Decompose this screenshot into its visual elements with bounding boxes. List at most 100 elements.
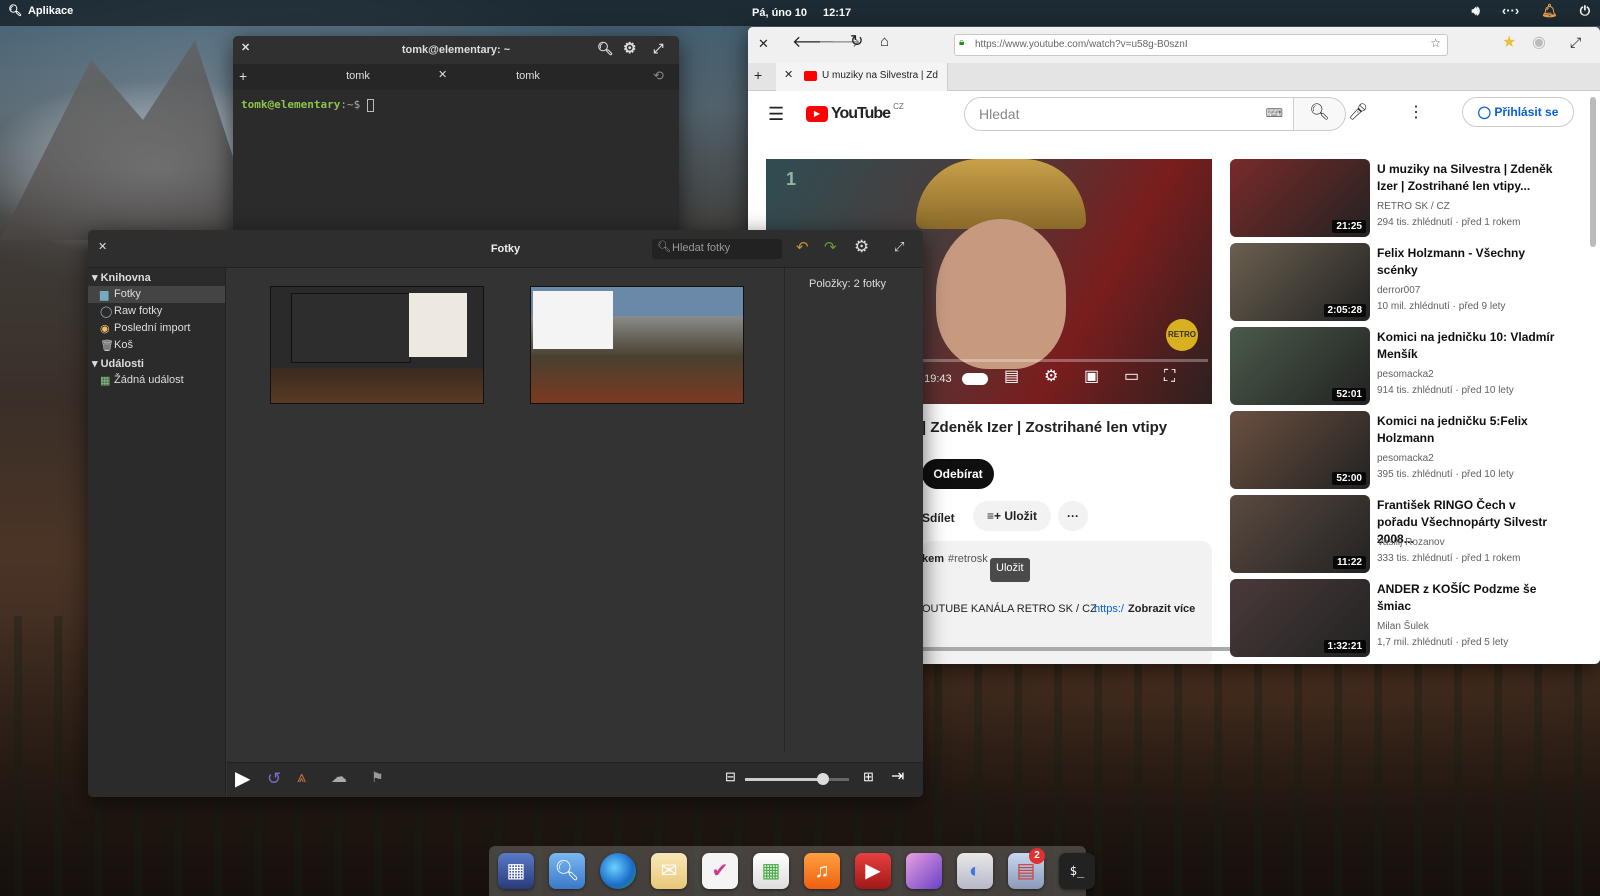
new-tab-icon[interactable]: + bbox=[239, 69, 247, 83]
fullscreen-icon[interactable]: ⛶ bbox=[1164, 369, 1175, 385]
theater-mode-icon[interactable]: ▭ bbox=[1124, 369, 1139, 385]
maximize-icon[interactable]: ⤢ bbox=[653, 42, 663, 55]
sidebar-toggle-icon[interactable]: ⇥ bbox=[891, 769, 904, 785]
share-button[interactable]: Sdílet bbox=[922, 511, 955, 525]
network-icon[interactable]: ‹··› bbox=[1502, 4, 1519, 17]
tab-tomk-2[interactable]: tomk bbox=[473, 70, 583, 82]
terminal-body[interactable]: tomk@elementary:~$ bbox=[233, 90, 679, 120]
gear-icon[interactable]: ⚙ bbox=[623, 41, 636, 56]
recommendation-item[interactable]: 11:22 František RINGO Čech v pořadu Všech… bbox=[1230, 495, 1590, 573]
tab-youtube[interactable]: ✕ U muziky na Silvestra | Zd bbox=[776, 63, 948, 91]
home-icon[interactable]: ⌂ bbox=[880, 34, 889, 49]
sidebar-item-photos[interactable]: ▆ Fotky bbox=[88, 286, 225, 303]
recommendation-channel[interactable]: Vasilij Rozanov bbox=[1377, 537, 1445, 548]
recommendation-title[interactable]: ANDER z KOŠÍC Podzme še šmiac bbox=[1377, 581, 1557, 615]
new-tab-icon[interactable]: + bbox=[754, 68, 762, 82]
extension-icon[interactable]: ◉ bbox=[1532, 35, 1546, 51]
history-icon[interactable]: ⟲ bbox=[653, 69, 664, 82]
files-icon[interactable]: 🔍︎ bbox=[549, 853, 585, 889]
rotate-icon[interactable]: ↺ bbox=[267, 770, 281, 787]
photos-icon[interactable] bbox=[906, 853, 942, 889]
recommendation-item[interactable]: 52:00 Komici na jedničku 5:Felix Holzmann… bbox=[1230, 411, 1590, 489]
signin-button[interactable]: ◯ Přihlásit se bbox=[1462, 97, 1574, 127]
notifications-icon[interactable]: 🔔︎ bbox=[1541, 4, 1558, 17]
settings-icon[interactable]: ◐ bbox=[957, 853, 993, 889]
recommendation-thumbnail[interactable]: 52:00 bbox=[1230, 411, 1370, 489]
recommendation-thumbnail[interactable]: 52:01 bbox=[1230, 327, 1370, 405]
volume-icon[interactable]: 🔊︎ bbox=[1472, 4, 1480, 17]
close-tab-icon[interactable]: ✕ bbox=[784, 70, 793, 81]
address-bar[interactable]: 🔒︎ https://www.youtube.com/watch?v=u58g-… bbox=[954, 34, 1448, 56]
search-button[interactable]: 🔍︎ bbox=[1294, 97, 1346, 131]
recommendation-thumbnail[interactable]: 21:25 bbox=[1230, 159, 1370, 237]
description-box[interactable]: kem #retrosk OUTUBE KANÁLA RETRO SK / CZ… bbox=[922, 541, 1212, 664]
close-tab-icon[interactable]: ✕ bbox=[438, 70, 447, 81]
tab-tomk-1[interactable]: tomk bbox=[303, 70, 413, 82]
recommendation-channel[interactable]: pesomacka2 bbox=[1377, 369, 1434, 380]
recommendation-title[interactable]: U muziky na Silvestra | Zdeněk Izer | Zo… bbox=[1377, 161, 1557, 195]
maximize-icon[interactable]: ⤢ bbox=[894, 240, 904, 253]
gear-icon[interactable]: ⚙ bbox=[854, 238, 869, 255]
recommendation-channel[interactable]: pesomacka2 bbox=[1377, 453, 1434, 464]
library-section[interactable]: ▾ Knihovna bbox=[88, 268, 225, 286]
close-icon[interactable]: ✕ bbox=[241, 43, 250, 54]
description-link[interactable]: https:/ bbox=[1094, 603, 1124, 615]
publish-icon[interactable]: ☁ bbox=[331, 770, 347, 786]
sidebar-item-no-event[interactable]: ▦ Žádná událost bbox=[88, 372, 225, 389]
subtitles-icon[interactable]: ▤ bbox=[1004, 369, 1019, 385]
more-vert-icon[interactable]: ⋮ bbox=[1408, 105, 1424, 121]
sidebar-item-trash[interactable]: 🗑︎ Koš bbox=[88, 337, 225, 354]
settings-icon[interactable]: ⚙ bbox=[1044, 369, 1058, 385]
recommendation-channel[interactable]: RETRO SK / CZ bbox=[1377, 201, 1450, 212]
zoom-out-icon[interactable]: ⊟ bbox=[725, 770, 736, 783]
tasks-icon[interactable]: ✔ bbox=[702, 853, 738, 889]
recommendation-item[interactable]: 2:05:28 Felix Holzmann - Všechny scénky de… bbox=[1230, 243, 1590, 321]
zoom-slider[interactable] bbox=[745, 773, 849, 785]
recommendation-thumbnail[interactable]: 11:22 bbox=[1230, 495, 1370, 573]
description-hashtag[interactable]: #retrosk bbox=[948, 553, 988, 565]
play-slideshow-icon[interactable]: ▶ bbox=[235, 769, 250, 789]
autoplay-toggle[interactable] bbox=[962, 373, 988, 385]
youtube-logo[interactable]: ▶ YouTube CZ bbox=[806, 102, 904, 123]
sidebar-item-last-import[interactable]: ◉ Poslední import bbox=[88, 320, 225, 337]
search-icon[interactable]: 🔍︎ bbox=[597, 42, 614, 55]
panel-clock[interactable]: Pá, úno 10 12:17 bbox=[752, 7, 851, 19]
photo-thumbnail[interactable] bbox=[270, 286, 484, 404]
recommendation-channel[interactable]: Milan Šulek bbox=[1377, 621, 1429, 632]
recommendation-title[interactable]: Felix Holzmann - Všechny scénky bbox=[1377, 245, 1557, 279]
terminal-icon[interactable]: $_ bbox=[1059, 853, 1095, 889]
flag-icon[interactable]: ⚑ bbox=[371, 770, 384, 784]
recommendation-item[interactable]: 52:01 Komici na jedničku 10: Vladmír Menš… bbox=[1230, 327, 1590, 405]
calendar-icon[interactable]: ▦ bbox=[753, 853, 789, 889]
events-section[interactable]: ▾ Události bbox=[88, 354, 225, 372]
power-icon[interactable]: ⏻ bbox=[1580, 4, 1590, 17]
close-icon[interactable]: ✕ bbox=[758, 37, 769, 50]
menu-icon[interactable]: ☰ bbox=[768, 105, 784, 123]
more-actions-button[interactable]: ··· bbox=[1058, 501, 1088, 531]
photo-thumbnail[interactable] bbox=[530, 286, 744, 404]
vertical-scrollbar[interactable] bbox=[1590, 97, 1596, 247]
bookmark-star-icon[interactable]: ☆ bbox=[1430, 37, 1441, 49]
youtube-search-input[interactable]: Hledat ⌨ bbox=[964, 97, 1294, 131]
enhance-icon[interactable]: ⩓ bbox=[297, 770, 306, 786]
save-button[interactable]: ≡+ Uložit bbox=[973, 501, 1051, 531]
undo-icon[interactable]: ↶ bbox=[796, 240, 809, 255]
microphone-icon[interactable]: 🎤︎ bbox=[1348, 105, 1368, 121]
zoom-slider-handle[interactable] bbox=[817, 773, 829, 785]
subscribe-button[interactable]: Odebírat bbox=[922, 459, 994, 489]
keyboard-icon[interactable]: ⌨ bbox=[1266, 107, 1283, 119]
bookmarks-icon[interactable]: ★ bbox=[1502, 35, 1516, 51]
multitasking-view-icon[interactable]: ▦ bbox=[498, 853, 534, 889]
recommendation-title[interactable]: Komici na jedničku 10: Vladmír Menšík bbox=[1377, 329, 1557, 363]
videos-icon[interactable]: ▶ bbox=[855, 853, 891, 889]
sidebar-item-raw[interactable]: ◯ Raw fotky bbox=[88, 303, 225, 320]
web-browser-icon[interactable] bbox=[600, 853, 636, 889]
recommendation-channel[interactable]: derror007 bbox=[1377, 285, 1420, 296]
photos-search-input[interactable]: 🔍︎ Hledat fotky bbox=[652, 239, 782, 259]
reload-icon[interactable]: ↻ bbox=[850, 34, 863, 50]
miniplayer-icon[interactable]: ▣ bbox=[1084, 369, 1099, 385]
recommendation-thumbnail[interactable]: 1:32:21 bbox=[1230, 579, 1370, 657]
applications-menu[interactable]: 🔍︎ Aplikace bbox=[8, 5, 73, 17]
recommendation-thumbnail[interactable]: 2:05:28 bbox=[1230, 243, 1370, 321]
music-icon[interactable]: ♫ bbox=[804, 853, 840, 889]
